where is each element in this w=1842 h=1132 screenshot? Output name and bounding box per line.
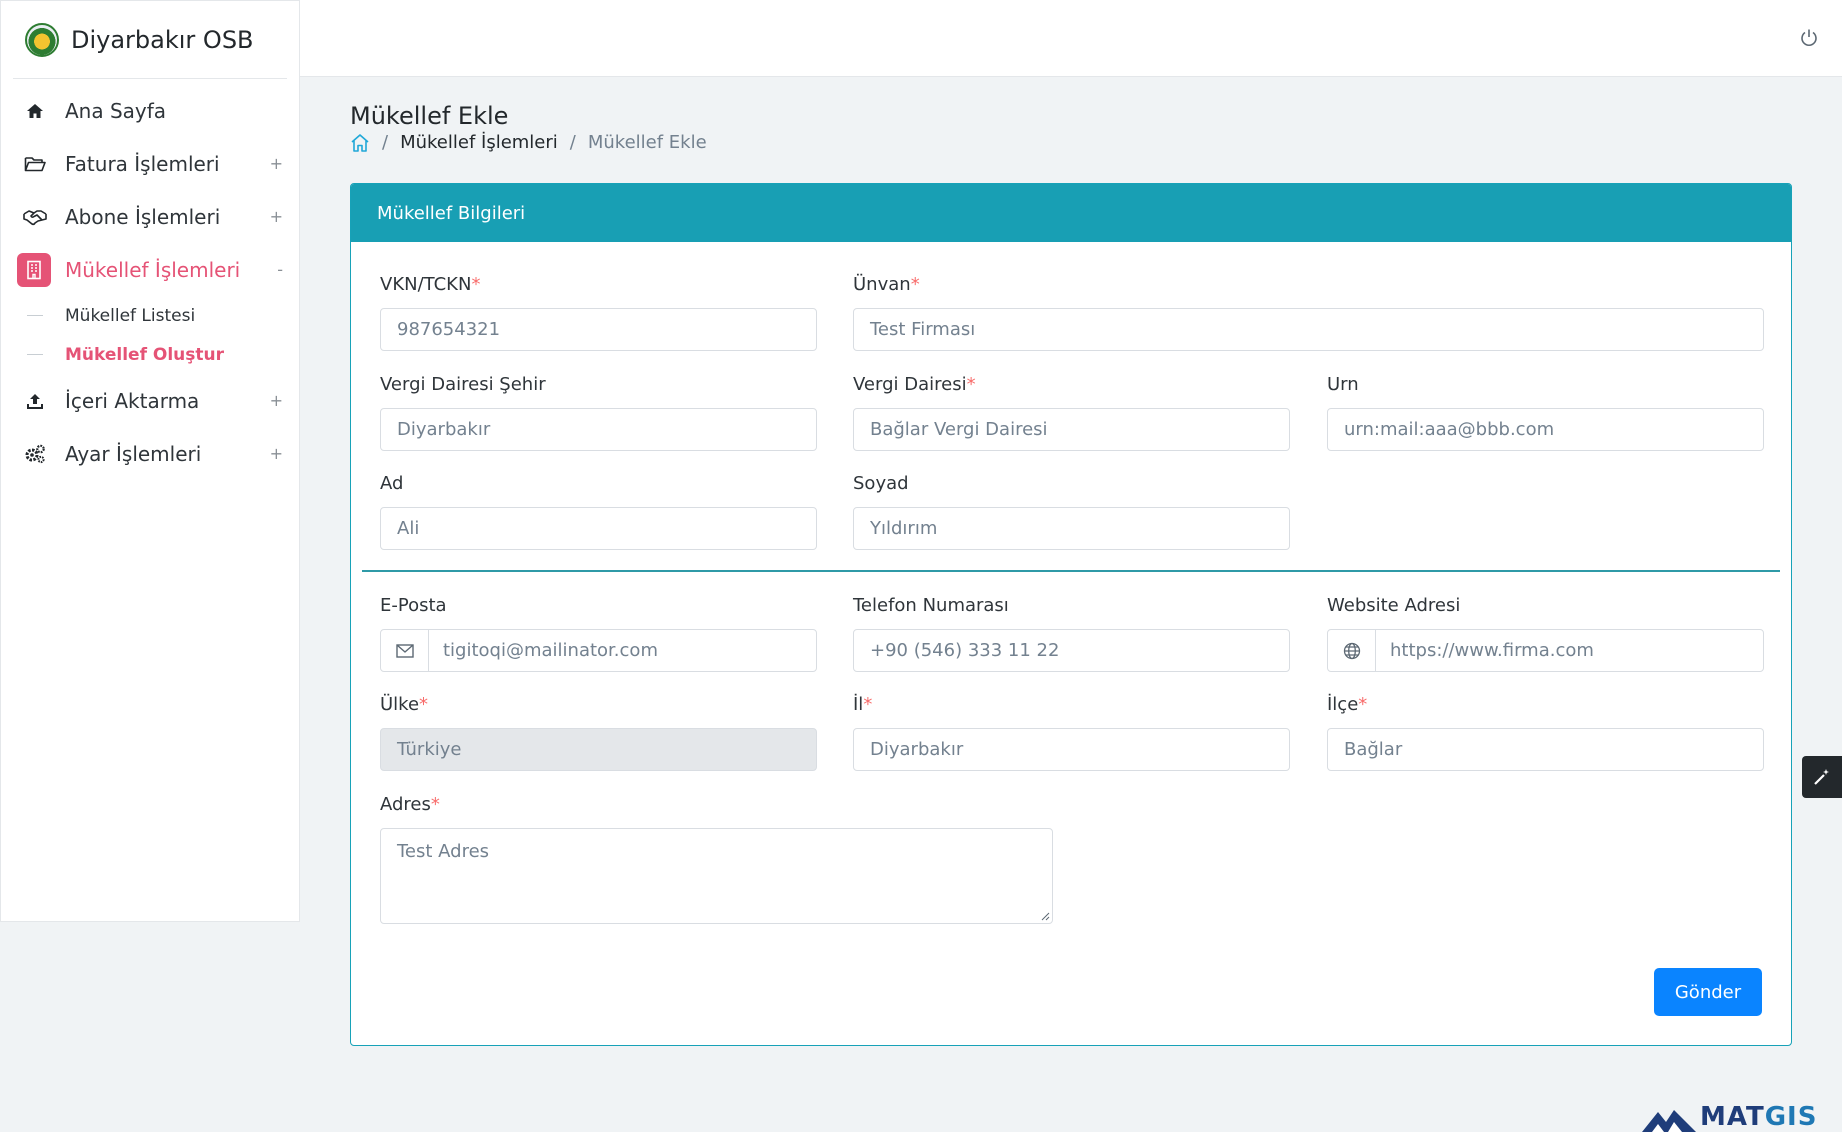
- telefon-input[interactable]: +90 (546) 333 11 22: [853, 629, 1290, 672]
- website-label: Website Adresi: [1327, 595, 1461, 616]
- mountain-logo-icon: [1642, 1110, 1696, 1132]
- globe-icon: [1328, 630, 1376, 671]
- adres-field-group: Adres* Test Adres: [380, 794, 1053, 924]
- sidebar-item-abone[interactable]: Abone İşlemleri +: [1, 190, 299, 243]
- unvan-input[interactable]: Test Firması: [853, 308, 1764, 351]
- sidebar-item-label: İçeri Aktarma: [65, 388, 200, 413]
- gears-icon: [23, 442, 47, 466]
- vergi-sehir-field-group: Vergi Dairesi Şehir Diyarbakır: [380, 374, 817, 451]
- website-input-group[interactable]: https://www.firma.com: [1327, 629, 1764, 672]
- vergi-sehir-label: Vergi Dairesi Şehir: [380, 374, 546, 395]
- urn-input[interactable]: urn:mail:aaa@bbb.com: [1327, 408, 1764, 451]
- telefon-label: Telefon Numarası: [853, 595, 1009, 616]
- sidebar-item-toggle: +: [269, 391, 283, 410]
- sidebar-item-iceri-aktarma[interactable]: İçeri Aktarma +: [1, 374, 299, 427]
- vkn-label: VKN/TCKN*: [380, 274, 481, 295]
- sidebar-item-toggle: +: [269, 444, 283, 463]
- magic-wand-icon: [1814, 769, 1829, 785]
- resize-handle-icon[interactable]: [1040, 911, 1050, 921]
- sidebar-item-toggle: +: [269, 207, 283, 226]
- top-header: [300, 0, 1842, 77]
- vergi-dairesi-input[interactable]: Bağlar Vergi Dairesi: [853, 408, 1290, 451]
- sidebar-item-label: Ayar İşlemleri: [65, 441, 202, 466]
- ilce-field-group: İlçe* Bağlar: [1327, 694, 1764, 771]
- customizer-toggle-button[interactable]: [1802, 756, 1842, 798]
- telefon-field-group: Telefon Numarası +90 (546) 333 11 22: [853, 595, 1290, 672]
- website-field-group: Website Adresi https://www.firma.com: [1327, 595, 1764, 672]
- soyad-input[interactable]: Yıldırım: [853, 507, 1290, 550]
- eposta-input-group[interactable]: tigitoqi@mailinator.com: [380, 629, 817, 672]
- sidebar-item-fatura[interactable]: Fatura İşlemleri +: [1, 137, 299, 190]
- vkn-input[interactable]: 987654321: [380, 308, 817, 351]
- vergi-sehir-input[interactable]: Diyarbakır: [380, 408, 817, 451]
- home-icon: [23, 99, 47, 123]
- handshake-icon: [23, 205, 47, 229]
- il-label: İl*: [853, 694, 873, 715]
- breadcrumb-current: Mükellef Ekle: [587, 132, 707, 153]
- sidebar-nav: Ana Sayfa Fatura İşlemleri + Abone İşlem…: [1, 84, 299, 480]
- il-input[interactable]: Diyarbakır: [853, 728, 1290, 771]
- eposta-field-group: E-Posta tigitoqi@mailinator.com: [380, 595, 817, 672]
- sidebar-item-label: Ana Sayfa: [65, 98, 167, 123]
- brand-logo: [25, 22, 59, 57]
- ad-field-group: Ad Ali: [380, 473, 817, 550]
- brand[interactable]: Diyarbakır OSB: [13, 1, 287, 79]
- ulke-label: Ülke*: [380, 694, 429, 715]
- footer-logo-text: MATGIS: [1700, 1102, 1818, 1132]
- sidebar-item-label: Mükellef İşlemleri: [65, 257, 241, 282]
- vkn-field-group: VKN/TCKN* 987654321: [380, 274, 817, 351]
- submit-button[interactable]: Gönder: [1654, 968, 1762, 1016]
- sidebar-item-mukellef[interactable]: Mükellef İşlemleri -: [1, 243, 299, 296]
- ilce-input[interactable]: Bağlar: [1327, 728, 1764, 771]
- folder-open-icon: [23, 152, 47, 176]
- soyad-field-group: Soyad Yıldırım: [853, 473, 1290, 550]
- vergi-dairesi-field-group: Vergi Dairesi* Bağlar Vergi Dairesi: [853, 374, 1290, 451]
- sidebar-item-toggle: +: [269, 154, 283, 173]
- breadcrumb-separator: /: [569, 132, 576, 153]
- adres-label: Adres*: [380, 794, 440, 815]
- ulke-field-group: Ülke* Türkiye: [380, 694, 817, 771]
- building-icon: [17, 252, 51, 287]
- power-icon[interactable]: [1798, 27, 1820, 49]
- home-icon[interactable]: [350, 133, 370, 153]
- il-field-group: İl* Diyarbakır: [853, 694, 1290, 771]
- sidebar-item-label: Fatura İşlemleri: [65, 151, 220, 176]
- sidebar-item-toggle: -: [277, 260, 283, 279]
- breadcrumb: / Mükellef İşlemleri / Mükellef Ekle: [350, 132, 707, 153]
- section-divider: [362, 570, 1780, 572]
- sidebar: Diyarbakır OSB Ana Sayfa Fatura İşlemler…: [0, 0, 300, 922]
- footer-logo: MATGIS: [1642, 1100, 1817, 1132]
- envelope-icon: [381, 630, 429, 671]
- eposta-input[interactable]: tigitoqi@mailinator.com: [429, 630, 658, 671]
- unvan-field-group: Ünvan* Test Firması: [853, 274, 1764, 351]
- ilce-label: İlçe*: [1327, 694, 1368, 715]
- subitem-dash: [27, 354, 43, 355]
- brand-title: Diyarbakır OSB: [71, 25, 254, 54]
- eposta-label: E-Posta: [380, 595, 447, 616]
- breadcrumb-item[interactable]: Mükellef İşlemleri: [400, 132, 558, 153]
- ulke-input: Türkiye: [380, 728, 817, 771]
- sidebar-item-label: Abone İşlemleri: [65, 204, 221, 229]
- page-title: Mükellef Ekle: [350, 102, 509, 130]
- adres-textarea[interactable]: Test Adres: [380, 828, 1053, 924]
- urn-label: Urn: [1327, 374, 1359, 395]
- sidebar-subitem-label: Mükellef Oluştur: [65, 344, 225, 365]
- sidebar-item-ana-sayfa[interactable]: Ana Sayfa: [1, 84, 299, 137]
- sidebar-subitem-mukellef-olustur[interactable]: Mükellef Oluştur: [1, 335, 299, 374]
- form-card: Mükellef Bilgileri VKN/TCKN* 987654321 Ü…: [350, 183, 1792, 1046]
- breadcrumb-separator: /: [382, 132, 389, 153]
- ad-label: Ad: [380, 473, 404, 494]
- upload-icon: [23, 389, 47, 413]
- website-input[interactable]: https://www.firma.com: [1376, 630, 1594, 671]
- card-header: Mükellef Bilgileri: [351, 184, 1791, 242]
- sidebar-item-ayar[interactable]: Ayar İşlemleri +: [1, 427, 299, 480]
- soyad-label: Soyad: [853, 473, 909, 494]
- unvan-label: Ünvan*: [853, 274, 920, 295]
- ad-input[interactable]: Ali: [380, 507, 817, 550]
- vergi-dairesi-label: Vergi Dairesi*: [853, 374, 976, 395]
- subitem-dash: [27, 315, 43, 316]
- sidebar-subitem-label: Mükellef Listesi: [65, 305, 196, 326]
- sidebar-subitem-mukellef-listesi[interactable]: Mükellef Listesi: [1, 296, 299, 335]
- urn-field-group: Urn urn:mail:aaa@bbb.com: [1327, 374, 1764, 451]
